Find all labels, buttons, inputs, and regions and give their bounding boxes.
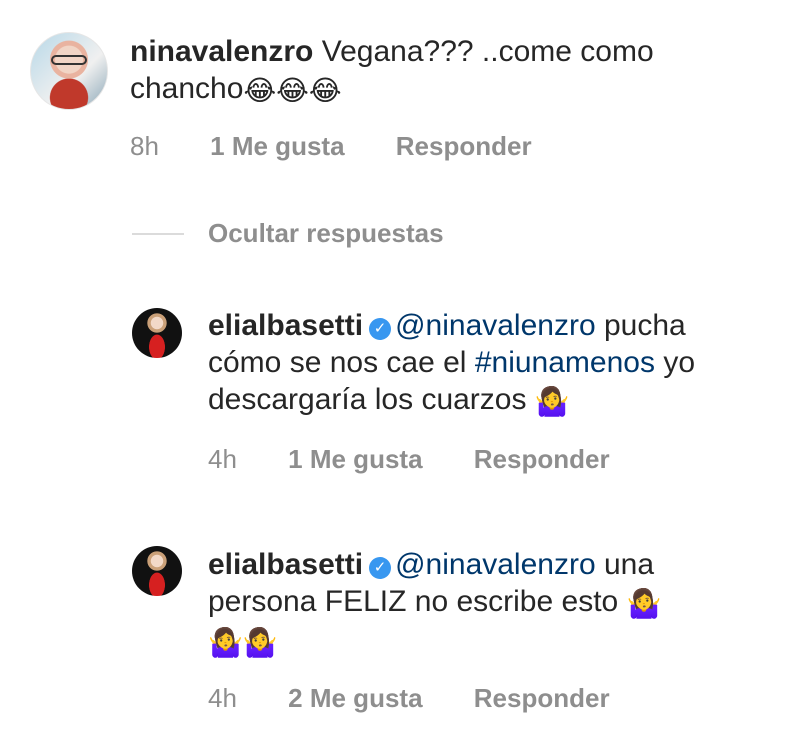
replies-divider — [132, 233, 184, 235]
likes-count-button[interactable]: 1 Me gusta — [288, 444, 422, 474]
reply-body: elialbasetti ✓ @ninavalenzro pucha cómo se… — [208, 307, 788, 420]
shrug-emoji-icon: 🤷‍♀️ — [534, 385, 570, 418]
avatar[interactable] — [30, 32, 108, 110]
reply-text-line2: persona FELIZ no escribe esto — [208, 585, 619, 618]
reply-button[interactable]: Responder — [474, 683, 610, 713]
mention-link[interactable]: @ninavalenzro — [395, 309, 596, 342]
shrug-emoji-icon: 🤷‍♀️🤷‍♀️ — [208, 626, 278, 659]
timestamp: 4h — [208, 444, 237, 474]
verified-badge-icon: ✓ — [369, 557, 392, 579]
mention-link[interactable]: @ninavalenzro — [395, 548, 596, 581]
hashtag-link[interactable]: #niunamenos — [475, 346, 655, 379]
reply-meta: 4h 1 Me gusta Responder — [208, 444, 654, 475]
reply-button[interactable]: Responder — [396, 131, 532, 161]
reply-button[interactable]: Responder — [474, 444, 610, 474]
hide-replies-button[interactable]: Ocultar respuestas — [208, 218, 444, 249]
timestamp: 8h — [130, 131, 159, 161]
comment-meta: 8h 1 Me gusta Responder — [130, 131, 576, 162]
reply-text-line1: pucha — [604, 309, 686, 342]
username[interactable]: ninavalenzro — [130, 35, 313, 68]
comment-text-line1: Vegana??? ..come como — [321, 35, 654, 68]
likes-count-button[interactable]: 1 Me gusta — [210, 131, 344, 161]
comment-text-line2: chancho — [130, 72, 244, 105]
reply-body: elialbasetti ✓ @ninavalenzro una persona F… — [208, 546, 788, 661]
timestamp: 4h — [208, 683, 237, 713]
username[interactable]: elialbasetti — [208, 309, 363, 342]
avatar[interactable] — [132, 308, 182, 358]
laughing-emoji-icon: 😂😂😂 — [243, 74, 342, 107]
likes-count-button[interactable]: 2 Me gusta — [288, 683, 422, 713]
reply-text-line3: descargaría los cuarzos — [208, 383, 527, 416]
glasses-detail — [51, 55, 87, 65]
reply-text-line2b: yo — [663, 346, 695, 379]
username[interactable]: elialbasetti — [208, 548, 363, 581]
verified-badge-icon: ✓ — [369, 318, 392, 340]
shrug-emoji-icon: 🤷‍♀️ — [626, 587, 662, 620]
reply-text-line1: una — [604, 548, 655, 581]
comment-body: ninavalenzro Vegana??? ..come como chanc… — [130, 33, 770, 109]
reply-meta: 4h 2 Me gusta Responder — [208, 683, 654, 714]
reply-text-line2a: cómo se nos cae el — [208, 346, 467, 379]
avatar[interactable] — [132, 546, 182, 596]
